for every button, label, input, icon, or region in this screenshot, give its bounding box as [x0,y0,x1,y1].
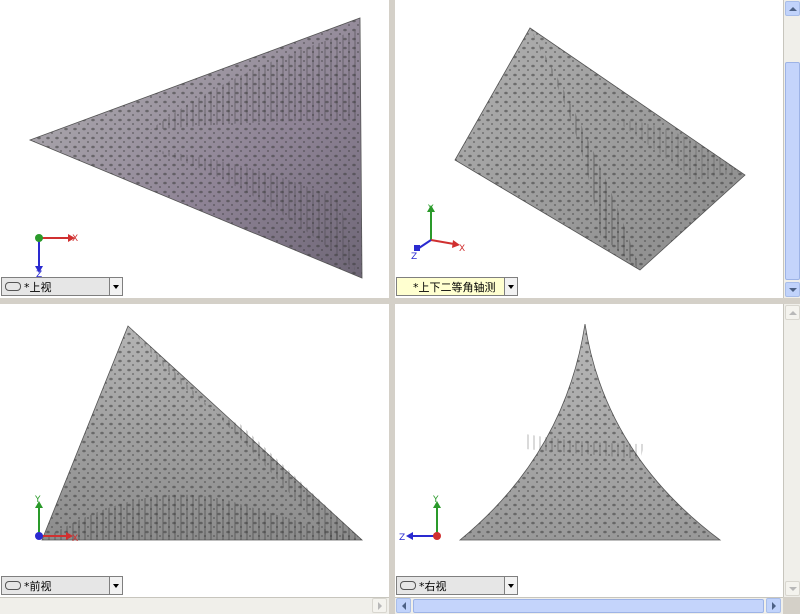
chevron-down-icon[interactable] [109,278,122,295]
axis-x-label: X [72,234,78,244]
axis-triad: Y X [34,495,78,542]
viewport-front-view[interactable]: Y X *前视 [0,304,389,597]
viewport-top-view[interactable]: X Z *上视 [0,0,389,298]
chevron-down-icon[interactable] [504,577,517,594]
link-icon [5,581,21,590]
link-icon [5,282,21,291]
view-selector[interactable]: *上下二等角轴测 [396,277,518,296]
model-front-view[interactable] [0,304,389,597]
horizontal-scrollbar-right[interactable] [395,597,783,614]
axis-z-label: Z [399,533,405,542]
axis-x-label: X [459,244,465,254]
viewport-dimetric-view[interactable]: Y X Z *上下二等角轴测 [395,0,783,298]
scroll-thumb[interactable] [413,599,764,613]
model-right-view[interactable] [395,304,783,597]
horizontal-scrollbar-left[interactable] [0,597,389,614]
view-name: *上下二等角轴测 [413,280,496,294]
view-selector[interactable]: *前视 [1,576,123,595]
chevron-down-icon[interactable] [109,577,122,594]
scroll-up-icon[interactable] [785,305,800,320]
axis-triad: X Z [35,234,78,278]
scroll-down-icon[interactable] [785,581,800,596]
vertical-scrollbar-bottom[interactable] [783,304,800,597]
scroll-right-icon[interactable] [766,598,781,613]
view-selector[interactable]: *右视 [396,576,518,595]
view-name: *前视 [24,579,52,593]
axis-x-label: X [72,534,78,542]
vertical-scrollbar-top[interactable] [783,0,800,298]
view-selector[interactable]: *上视 [1,277,123,296]
view-name: *上视 [24,280,52,294]
axis-y-label: Y [34,495,41,505]
viewport-right-view[interactable]: Y Z *右视 [395,304,783,597]
scroll-left-icon[interactable] [396,598,411,613]
scroll-right-icon[interactable] [372,598,387,613]
link-icon [400,581,416,590]
view-name: *右视 [419,579,447,593]
axis-y-label: Y [432,495,439,505]
chevron-down-icon[interactable] [504,278,517,295]
axis-triad: Y Z [399,495,441,542]
axis-z-label: Z [411,252,417,260]
scroll-up-icon[interactable] [785,1,800,16]
axis-y-label: Y [427,204,434,214]
axis-triad: Y X Z [411,204,465,260]
scroll-thumb[interactable] [785,62,800,280]
scroll-down-icon[interactable] [785,282,800,297]
